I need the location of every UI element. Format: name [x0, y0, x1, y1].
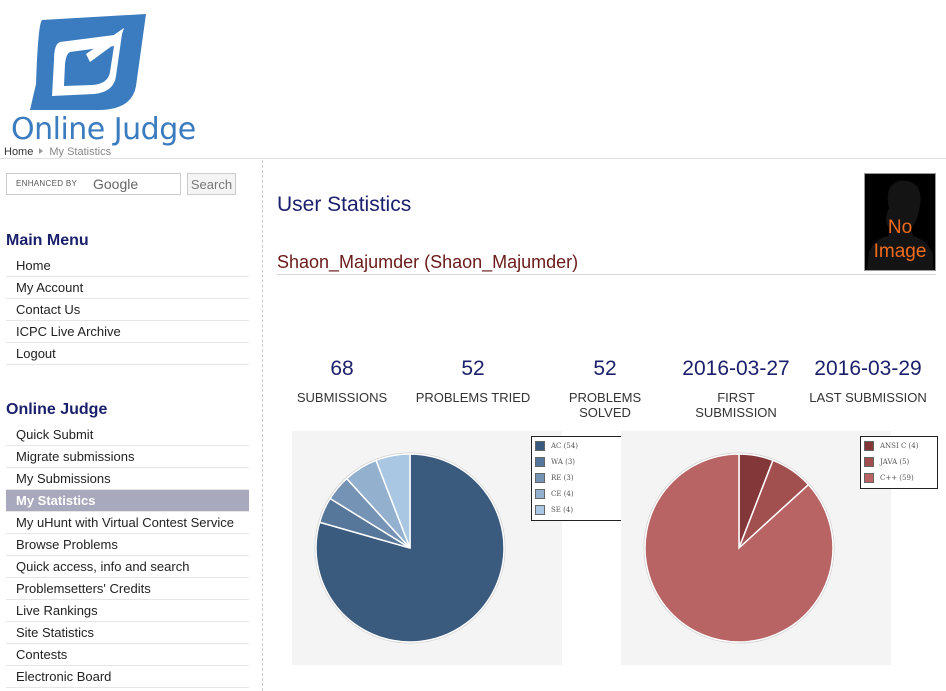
- divider: [277, 274, 936, 275]
- legend-swatch: [535, 473, 545, 483]
- language-chart-panel: [621, 431, 891, 665]
- legend-swatch: [864, 441, 874, 451]
- menu-item-electronic-board[interactable]: Electronic Board: [6, 666, 249, 688]
- search-button[interactable]: Search: [187, 173, 236, 195]
- legend-swatch: [864, 457, 874, 467]
- stat-2: 52 PROBLEMS SOLVED: [540, 355, 670, 420]
- legend-swatch: [864, 473, 874, 483]
- stat-label-line-1: FIRST: [717, 390, 755, 405]
- menu-item-logout[interactable]: Logout: [6, 343, 249, 365]
- verdict-chart-panel: [292, 431, 562, 665]
- stat-4: 2016-03-29 LAST SUBMISSION: [803, 355, 933, 405]
- stat-label-line-2: SOLVED: [579, 405, 631, 420]
- stat-value: 52: [593, 357, 617, 380]
- stat-label: FIRST SUBMISSION: [671, 390, 801, 420]
- stat-3: 2016-03-27 FIRST SUBMISSION: [671, 355, 801, 420]
- menu-item-migrate-submissions[interactable]: Migrate submissions: [6, 446, 249, 468]
- search-input[interactable]: ENHANCED BY Google: [6, 173, 181, 195]
- menu-item-browse-problems[interactable]: Browse Problems: [6, 534, 249, 556]
- menu-item-contact-us[interactable]: Contact Us: [6, 299, 249, 321]
- breadcrumb-current: My Statistics: [49, 146, 112, 158]
- legend-label: ANSI C (4): [880, 442, 919, 450]
- sidebar: ENHANCED BY Google Search Main Menu Home…: [0, 160, 263, 691]
- legend-swatch: [535, 505, 545, 515]
- page-title: User Statistics: [277, 193, 412, 216]
- menu-item-problemsetters-credits[interactable]: Problemsetters' Credits: [6, 578, 249, 600]
- breadcrumb-home[interactable]: Home: [4, 146, 33, 158]
- menu-item-my-account[interactable]: My Account: [6, 277, 249, 299]
- stat-value: 52: [461, 357, 485, 380]
- legend-swatch: [535, 457, 545, 467]
- main-menu: Home My Account Contact Us ICPC Live Archiv…: [6, 255, 249, 365]
- legend-label: SE (4): [551, 506, 574, 514]
- avatar: No Image: [864, 173, 936, 271]
- google-logo: Google: [93, 176, 139, 192]
- stat-1: 52 PROBLEMS TRIED: [408, 355, 538, 405]
- language-legend: ANSI C (4) JAVA (5) C++ (59): [860, 436, 938, 489]
- online-judge-logo-icon[interactable]: [28, 14, 148, 114]
- legend-label: CE (4): [551, 490, 574, 498]
- verdict-pie-chart: [314, 452, 506, 644]
- online-judge-menu-title: Online Judge: [6, 401, 108, 418]
- menu-item-my-statistics[interactable]: My Statistics: [6, 490, 249, 512]
- legend-label: RE (3): [551, 474, 574, 482]
- menu-item-contests[interactable]: Contests: [6, 644, 249, 666]
- menu-item-icpc-live-archive[interactable]: ICPC Live Archive: [6, 321, 249, 343]
- breadcrumb: Home My Statistics: [4, 146, 111, 158]
- menu-item-site-statistics[interactable]: Site Statistics: [6, 622, 249, 644]
- legend-label: JAVA (5): [880, 458, 910, 466]
- legend-label: WA (3): [551, 458, 576, 466]
- verdict-legend: AC (54) WA (3) RE (3) CE (4) SE (4): [531, 436, 626, 521]
- menu-item-my-submissions[interactable]: My Submissions: [6, 468, 249, 490]
- menu-item-my-uhunt-with-virtual-contest-service[interactable]: My uHunt with Virtual Contest Service: [6, 512, 249, 534]
- menu-item-quick-submit[interactable]: Quick Submit: [6, 424, 249, 446]
- menu-item-home[interactable]: Home: [6, 255, 249, 277]
- breadcrumb-arrow-icon: [39, 148, 44, 154]
- user-name: Shaon_Majumder (Shaon_Majumder): [277, 252, 579, 272]
- online-judge-menu: Quick Submit Migrate submissions My Submis…: [6, 424, 249, 688]
- legend-swatch: [535, 489, 545, 499]
- stat-value: 68: [330, 357, 354, 380]
- stat-label: PROBLEMS SOLVED: [540, 390, 670, 420]
- site-header: Online Judge Home My Statistics: [0, 0, 946, 159]
- stat-0: 68 SUBMISSIONS: [277, 355, 407, 405]
- stat-label-line-1: LAST SUBMISSION: [809, 390, 927, 405]
- stat-label-line-1: SUBMISSIONS: [296, 390, 388, 405]
- stat-value: 2016-03-27: [682, 357, 790, 380]
- no-image-line-2: Image: [873, 241, 927, 262]
- enhanced-by-label: ENHANCED BY: [16, 179, 78, 188]
- stat-label-line-1: PROBLEMS TRIED: [415, 390, 531, 405]
- no-image-line-1: No: [887, 217, 913, 238]
- stat-label: LAST SUBMISSION: [803, 390, 933, 405]
- stat-label-line-2: SUBMISSION: [695, 405, 777, 420]
- legend-swatch: [535, 441, 545, 451]
- menu-item-live-rankings[interactable]: Live Rankings: [6, 600, 249, 622]
- no-image-text: No Image: [865, 216, 935, 264]
- stat-value: 2016-03-29: [814, 357, 922, 380]
- site-logo-text[interactable]: Online Judge: [11, 112, 196, 147]
- menu-item-quick-access-info-and-search[interactable]: Quick access, info and search: [6, 556, 249, 578]
- main-menu-title: Main Menu: [6, 232, 89, 249]
- legend-label: C++ (59): [880, 474, 914, 482]
- legend-label: AC (54): [551, 442, 579, 450]
- language-pie-chart: [643, 452, 835, 644]
- stat-label: SUBMISSIONS: [277, 390, 407, 405]
- stat-label: PROBLEMS TRIED: [408, 390, 538, 405]
- stat-label-line-1: PROBLEMS: [568, 390, 642, 405]
